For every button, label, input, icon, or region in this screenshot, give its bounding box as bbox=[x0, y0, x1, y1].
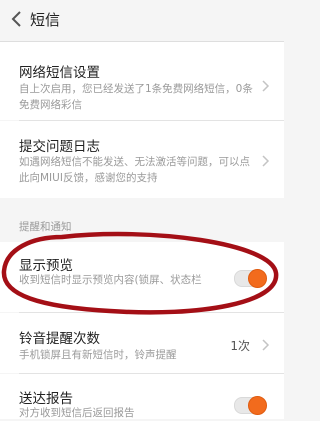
network-sms-settings-subtitle: 自上次启用，您已经发送了1条免费网络短信，0条免费网络彩信 bbox=[19, 83, 253, 111]
show-preview-toggle[interactable] bbox=[234, 269, 267, 288]
ringtone-reminder-subtitle: 手机锁屏且有新短信时，铃声提醒 bbox=[19, 349, 177, 361]
network-sms-settings-title: 网络短信设置 bbox=[19, 65, 100, 81]
submit-problem-log-item[interactable]: 提交问题日志 如遇网络短信不能发送、无法激活等问题，可以点此向MIUI反馈，感谢… bbox=[0, 121, 284, 198]
chevron-right-icon bbox=[262, 80, 270, 92]
section-header-notifications: 提醒和通知 bbox=[19, 221, 72, 233]
toggle-knob bbox=[248, 269, 267, 288]
chevron-right-icon bbox=[262, 155, 270, 167]
submit-problem-log-title: 提交问题日志 bbox=[19, 139, 100, 155]
toggle-knob bbox=[248, 396, 267, 415]
back-arrow-icon[interactable] bbox=[4, 6, 30, 32]
delivery-report-title: 送达报告 bbox=[19, 391, 73, 407]
chevron-right-icon bbox=[262, 339, 270, 351]
submit-problem-log-subtitle: 如遇网络短信不能发送、无法激活等问题，可以点此向MIUI反馈，感谢您的支持 bbox=[19, 156, 250, 184]
app-bar: 短信 bbox=[0, 0, 284, 42]
delivery-report-toggle[interactable] bbox=[234, 396, 267, 415]
delivery-report-item[interactable]: 送达报告 对方收到短信后返回报告 bbox=[0, 374, 284, 419]
show-preview-subtitle: 收到短信时显示预览内容(锁屏、状态栏 bbox=[19, 274, 202, 286]
ringtone-reminder-title: 铃音提醒次数 bbox=[19, 331, 100, 347]
page-title: 短信 bbox=[30, 11, 61, 29]
ringtone-reminder-value: 1次 bbox=[230, 339, 250, 353]
network-sms-settings-item[interactable]: 网络短信设置 自上次启用，您已经发送了1条免费网络短信，0条免费网络彩信 bbox=[0, 42, 284, 120]
ringtone-reminder-item[interactable]: 铃音提醒次数 手机锁屏且有新短信时，铃声提醒 1次 bbox=[0, 313, 284, 373]
show-preview-item[interactable]: 显示预览 收到短信时显示预览内容(锁屏、状态栏 bbox=[0, 242, 284, 312]
show-preview-title: 显示预览 bbox=[19, 258, 73, 274]
